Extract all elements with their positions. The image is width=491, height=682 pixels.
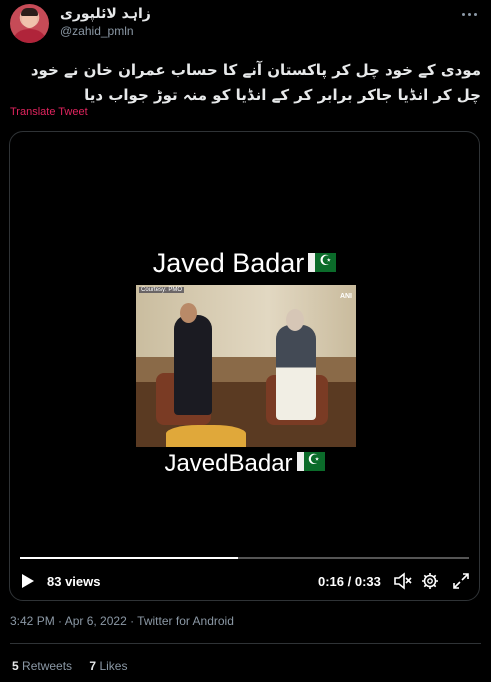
dot [461,12,465,16]
pakistan-flag-icon [296,451,325,471]
caption-top-text: Javed Badar [152,248,305,278]
person-left-head [180,303,197,323]
person-right-body [276,325,316,420]
flower-arrangement [166,425,246,447]
more-options-icon[interactable] [459,8,479,20]
video-caption-top: Javed Badar [10,248,479,279]
frame-credit: Courtesy: PMO [139,287,185,293]
avatar-hair [21,8,38,16]
avatar-shirt [14,29,45,43]
fullscreen-icon[interactable] [452,572,470,590]
likes-count: 7 [89,659,97,673]
play-icon[interactable] [22,574,34,588]
video-frame: Courtesy: PMO ANI [136,285,356,447]
dot [473,12,477,16]
video-progress-bar[interactable] [20,557,469,559]
mute-icon[interactable] [393,572,413,590]
tweet: زاہد لائلپوری @zahid_pmln مودی کے خود چل… [0,0,491,682]
video-controls: 83 views 0:16 / 0:33 [10,568,479,594]
likes-label: Likes [99,659,128,673]
tweet-text: مودی کے خود چل کر پاکستان آنے کا حساب عم… [30,61,481,104]
person-left-body [174,315,212,415]
caption-bottom-text: JavedBadar [164,450,293,477]
avatar[interactable] [10,4,49,43]
tweet-stats: 5 Retweets 7 Likes [12,659,141,673]
video-time: 0:16 / 0:33 [318,574,381,589]
likes-stat[interactable]: 7 Likes [89,659,127,673]
dot [467,12,471,16]
retweets-stat[interactable]: 5 Retweets [12,659,72,673]
retweets-count: 5 [12,659,19,673]
divider [10,643,481,644]
video-player[interactable]: Javed Badar Courtesy: PMO ANI JavedBadar… [9,131,480,601]
retweets-label: Retweets [22,659,73,673]
video-caption-bottom: JavedBadar [10,450,479,478]
author-handle[interactable]: @zahid_pmln [60,24,134,38]
tweet-timestamp[interactable]: 3:42 PM · Apr 6, 2022 · Twitter for Andr… [10,614,234,628]
gear-icon[interactable] [421,572,439,590]
ani-logo: ANI [339,293,352,300]
frame-wall [136,285,356,357]
video-progress-fill [20,557,238,559]
author-display-name[interactable]: زاہد لائلپوری [60,6,151,22]
person-right-head [286,309,304,331]
view-count: 83 views [47,574,101,589]
pakistan-flag-icon [308,252,337,272]
translate-tweet-link[interactable]: Translate Tweet [10,106,88,118]
